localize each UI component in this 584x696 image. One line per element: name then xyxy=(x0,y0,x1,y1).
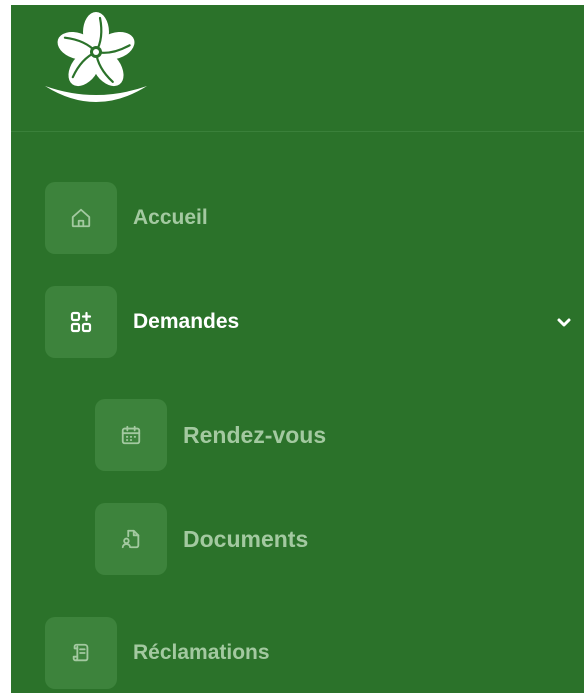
home-icon-box xyxy=(45,182,117,254)
page: Accueil Demandes Rendez-vous Documents R… xyxy=(0,0,584,696)
scroll-icon-box xyxy=(45,617,117,689)
sidebar-subitem-documents[interactable]: Documents xyxy=(11,503,584,575)
sidebar-item-label: Réclamations xyxy=(133,641,270,664)
sidebar: Accueil Demandes Rendez-vous Documents R… xyxy=(11,5,584,693)
scroll-icon xyxy=(72,643,89,662)
sidebar-item-accueil[interactable]: Accueil xyxy=(11,182,584,254)
apps-add-icon xyxy=(70,311,92,333)
sidebar-item-demandes[interactable]: Demandes xyxy=(11,286,584,358)
sidebar-item-label: Demandes xyxy=(133,310,240,333)
app-logo[interactable] xyxy=(41,10,151,110)
document-user-icon xyxy=(121,529,140,549)
home-icon xyxy=(71,208,91,228)
apps-add-icon-box xyxy=(45,286,117,358)
document-user-icon-box xyxy=(95,503,167,575)
sidebar-subitem-rendez-vous[interactable]: Rendez-vous xyxy=(11,399,584,471)
calendar-icon xyxy=(121,425,141,445)
calendar-icon-box xyxy=(95,399,167,471)
sidebar-divider xyxy=(11,131,584,132)
sidebar-item-label: Rendez-vous xyxy=(183,422,327,448)
sidebar-item-label: Accueil xyxy=(133,206,208,229)
sidebar-item-label: Documents xyxy=(183,526,309,552)
flower-logo-icon xyxy=(45,12,147,102)
chevron-down-icon[interactable] xyxy=(554,312,574,332)
sidebar-item-reclamations[interactable]: Réclamations xyxy=(11,617,584,689)
